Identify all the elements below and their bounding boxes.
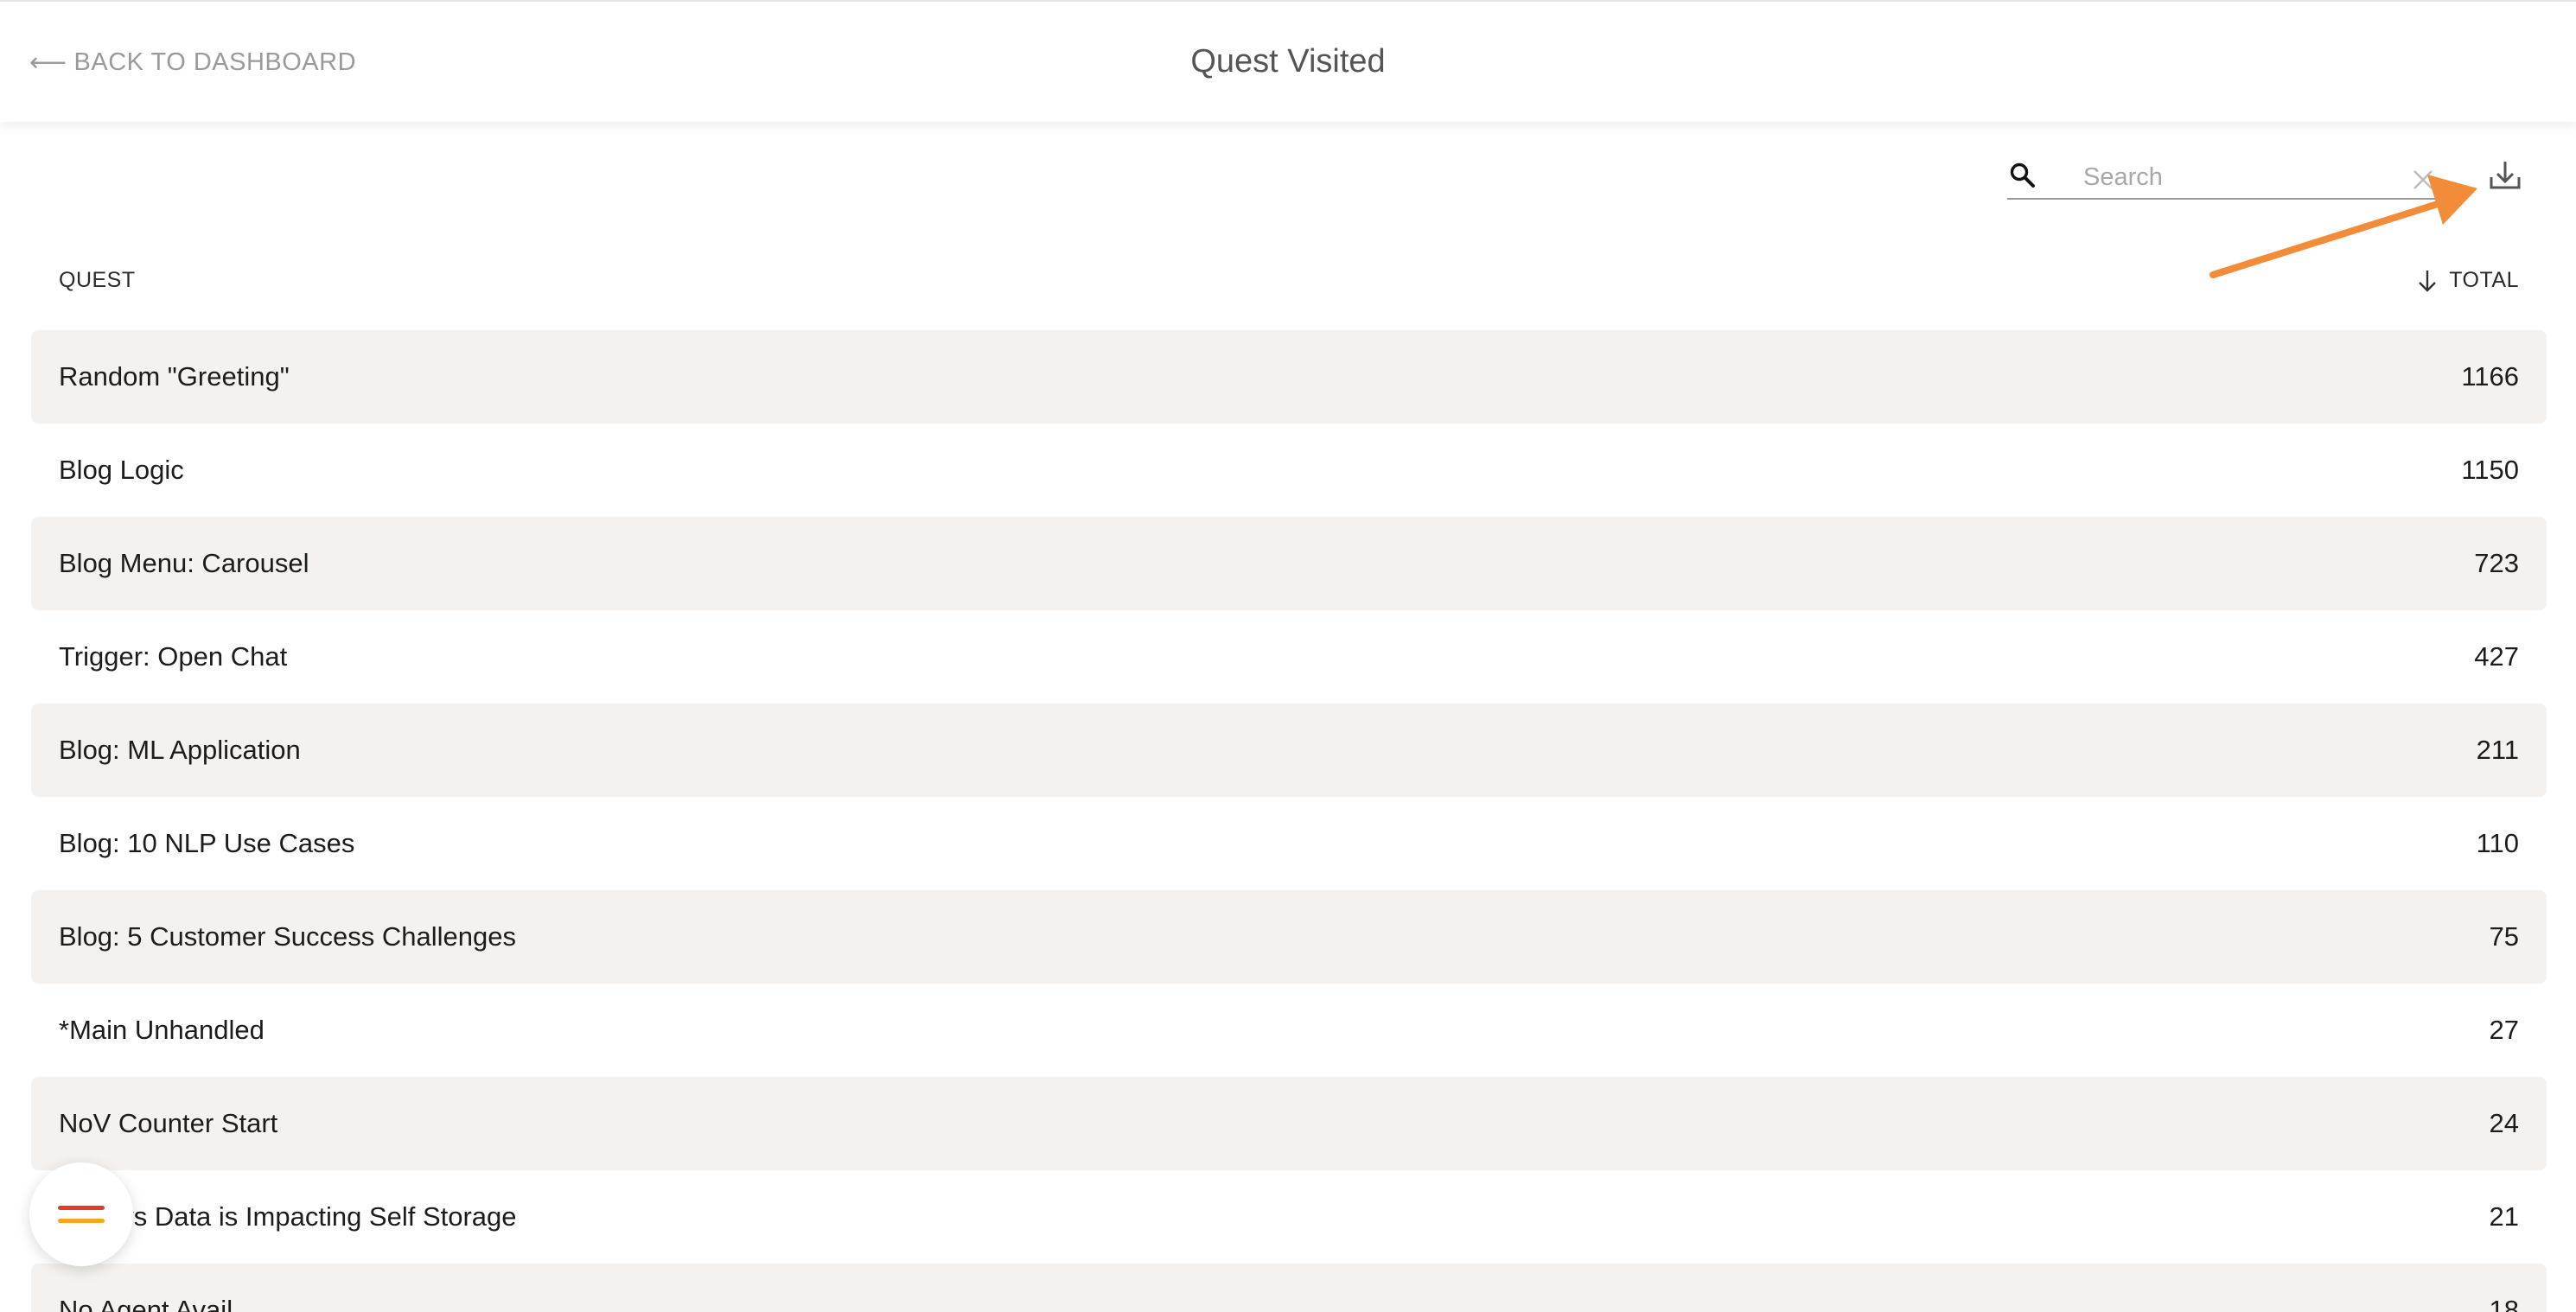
table-toolbar	[0, 122, 2576, 226]
quest-total: 27	[2489, 1015, 2519, 1045]
quest-total: 427	[2474, 641, 2519, 672]
quest-total: 18	[2489, 1295, 2519, 1312]
table-row[interactable]: *Main Unhandled 27	[31, 984, 2547, 1077]
top-bar: ⟵ BACK TO DASHBOARD Quest Visited	[0, 0, 2576, 122]
quest-name: Blog Logic	[59, 455, 184, 485]
quest-name: Trigger: Open Chat	[59, 641, 288, 672]
table-row[interactable]: Blog: 5 Customer Success Challenges 75	[31, 890, 2547, 984]
table-row[interactable]: Random "Greeting" 1166	[31, 330, 2547, 424]
quest-name: Blog Menu: Carousel	[59, 548, 309, 578]
quest-name: No Agent Avail	[59, 1295, 233, 1312]
table-row[interactable]: Blog Logic 1150	[31, 424, 2547, 517]
quest-total: 75	[2489, 921, 2519, 952]
search-box[interactable]	[2007, 160, 2441, 200]
column-header-total[interactable]: TOTAL	[2418, 268, 2519, 293]
quest-table-body: Random "Greeting" 1166 Blog Logic 1150 B…	[31, 330, 2547, 1312]
menu-icon-bar-bottom	[58, 1219, 105, 1223]
table-row[interactable]: Trigger: Open Chat 427	[31, 610, 2547, 704]
table-row[interactable]: Blog: ML Application 211	[31, 704, 2547, 797]
column-header-quest: QUEST	[59, 268, 136, 292]
quest-total: 211	[2476, 735, 2519, 765]
table-row[interactable]: No Agent Avail 18	[31, 1264, 2547, 1312]
search-icon	[2009, 162, 2037, 194]
table-row[interactable]: 5 Ways Data is Impacting Self Storage 21	[31, 1170, 2547, 1264]
column-header-total-label: TOTAL	[2449, 268, 2519, 292]
menu-launcher-button[interactable]	[29, 1162, 133, 1266]
download-icon[interactable]	[2488, 158, 2522, 197]
table-row[interactable]: Blog Menu: Carousel 723	[31, 517, 2547, 610]
table-row[interactable]: Blog: 10 NLP Use Cases 110	[31, 797, 2547, 890]
table-header: QUEST TOTAL	[31, 264, 2547, 299]
quest-name: Random "Greeting"	[59, 361, 290, 392]
quest-total: 1150	[2461, 455, 2519, 485]
search-input[interactable]	[2083, 160, 2394, 194]
quest-name: *Main Unhandled	[59, 1015, 265, 1045]
quest-total: 723	[2474, 548, 2519, 578]
quest-name: NoV Counter Start	[59, 1108, 278, 1138]
menu-icon-bar-top	[58, 1206, 105, 1210]
quest-total: 21	[2489, 1201, 2519, 1232]
quest-total: 1166	[2461, 361, 2519, 392]
quest-total: 110	[2476, 828, 2519, 858]
page-title: Quest Visited	[1190, 43, 1386, 80]
quest-name: Blog: 10 NLP Use Cases	[59, 828, 355, 858]
clear-search-icon[interactable]	[2412, 169, 2434, 195]
sort-arrow-down-icon	[2419, 270, 2437, 292]
table-row[interactable]: NoV Counter Start 24	[31, 1077, 2547, 1170]
quest-name: Blog: ML Application	[59, 735, 301, 765]
quest-name: Blog: 5 Customer Success Challenges	[59, 921, 516, 952]
quest-total: 24	[2489, 1108, 2519, 1138]
